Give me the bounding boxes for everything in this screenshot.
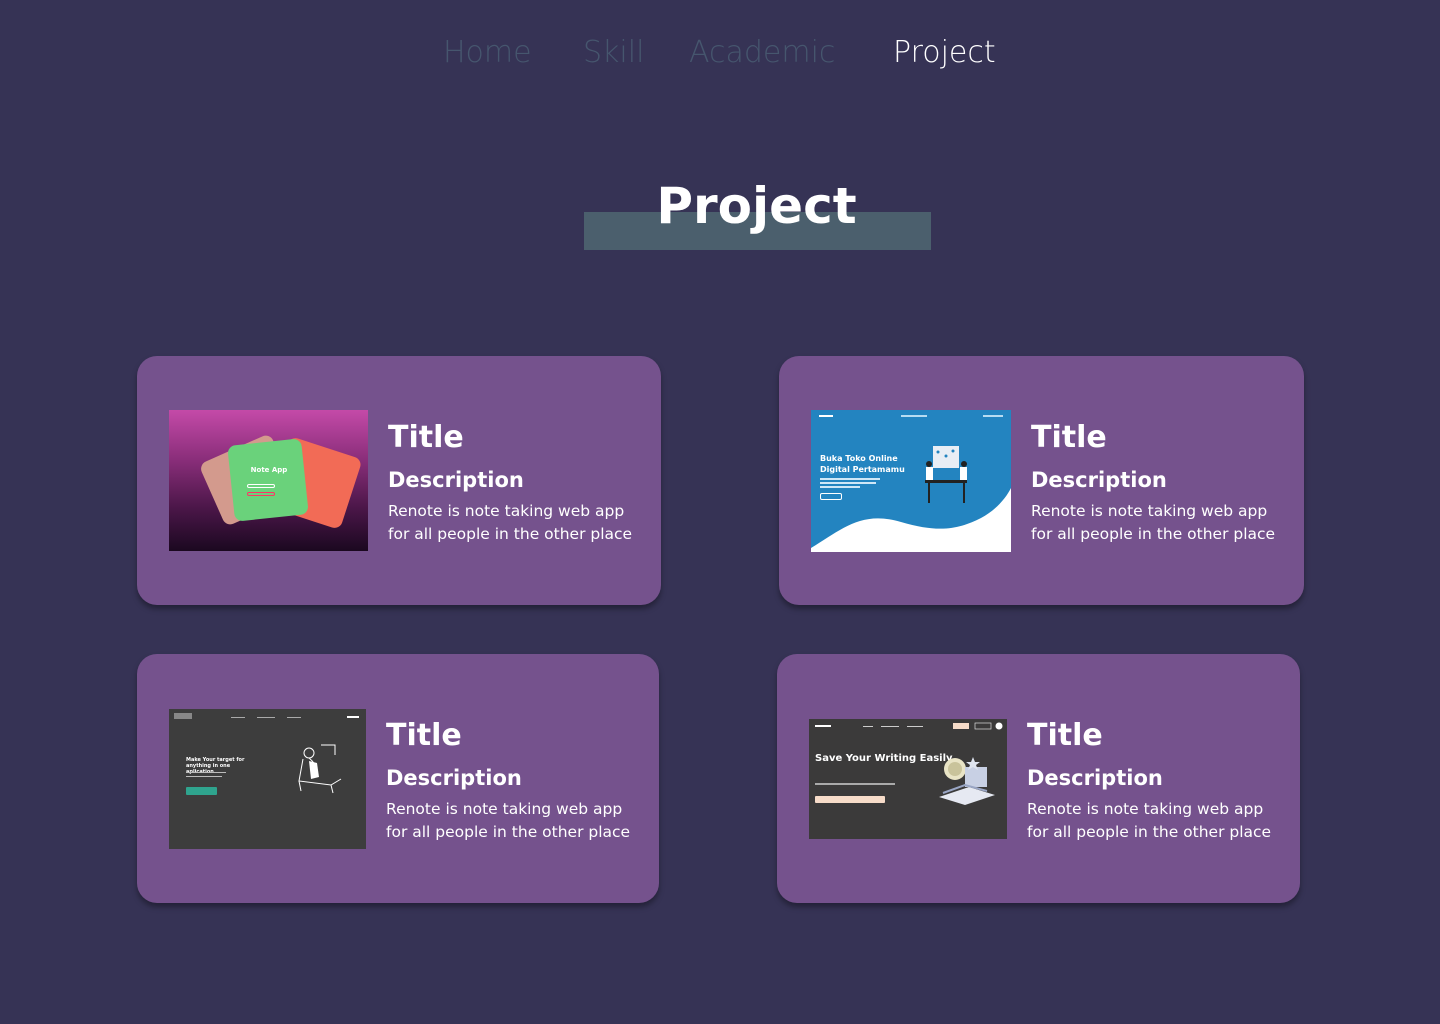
project-description: Renote is note taking web app for all pe… (1031, 502, 1276, 543)
target-app-landing-preview-thumbnail: Make Your target for anything in one apl… (169, 709, 366, 849)
section-heading: Project (656, 177, 857, 235)
nav-skill[interactable]: Skill (583, 28, 644, 78)
thumbnail-button (186, 787, 217, 795)
project-title: Title (386, 718, 462, 753)
thumbnail-text-line (186, 776, 222, 777)
thumbnail-nav (231, 717, 245, 718)
thumbnail-nav (257, 717, 275, 718)
project-title: Title (1027, 718, 1103, 753)
project-description: Renote is note taking web app for all pe… (386, 800, 631, 841)
thumbnail-header (815, 722, 1003, 730)
nav-project[interactable]: Project (893, 28, 996, 78)
thumbnail-pill (247, 484, 275, 488)
thumbnail-login (347, 716, 359, 718)
idea-books-illustration (939, 757, 995, 805)
project-card-4[interactable]: Save Your Writing Easily Title Descripti… (777, 654, 1300, 903)
wave-shape (811, 488, 1011, 552)
person-sketch-illustration (298, 744, 342, 794)
thumbnail-label: Note App (250, 466, 288, 474)
nav-home[interactable]: Home (443, 28, 532, 78)
project-card-2[interactable]: Buka Toko Online Digital Pertamamu Title… (779, 356, 1304, 605)
project-card-3[interactable]: Make Your target for anything in one apl… (137, 654, 659, 903)
portfolio-page: Home Skill Academic Project Project Note… (0, 0, 1440, 1024)
project-card-1[interactable]: Note App Title Description Renote is not… (137, 356, 661, 605)
project-subtitle: Description (1031, 468, 1167, 492)
online-store-landing-preview-thumbnail: Buka Toko Online Digital Pertamamu (811, 410, 1011, 552)
note-app-preview-thumbnail: Note App (169, 410, 368, 551)
thumbnail-logo (174, 713, 192, 719)
thumbnail-button (815, 796, 885, 803)
thumbnail-nav (287, 717, 301, 718)
project-title: Title (1031, 420, 1107, 455)
memo-app-landing-preview-thumbnail: Save Your Writing Easily (809, 719, 1007, 839)
project-subtitle: Description (386, 766, 522, 790)
project-title: Title (388, 420, 464, 455)
nav-academic[interactable]: Academic (689, 28, 835, 78)
project-description: Renote is note taking web app for all pe… (388, 502, 633, 543)
top-nav: Home Skill Academic Project (0, 28, 1440, 78)
project-description: Renote is note taking web app for all pe… (1027, 800, 1272, 841)
thumbnail-pill (247, 492, 275, 496)
note-card-shape (227, 438, 309, 522)
thumbnail-text-line (815, 783, 895, 785)
thumbnail-text-line (186, 772, 226, 773)
project-subtitle: Description (388, 468, 524, 492)
thumbnail-headline: Save Your Writing Easily (815, 753, 953, 764)
project-subtitle: Description (1027, 766, 1163, 790)
